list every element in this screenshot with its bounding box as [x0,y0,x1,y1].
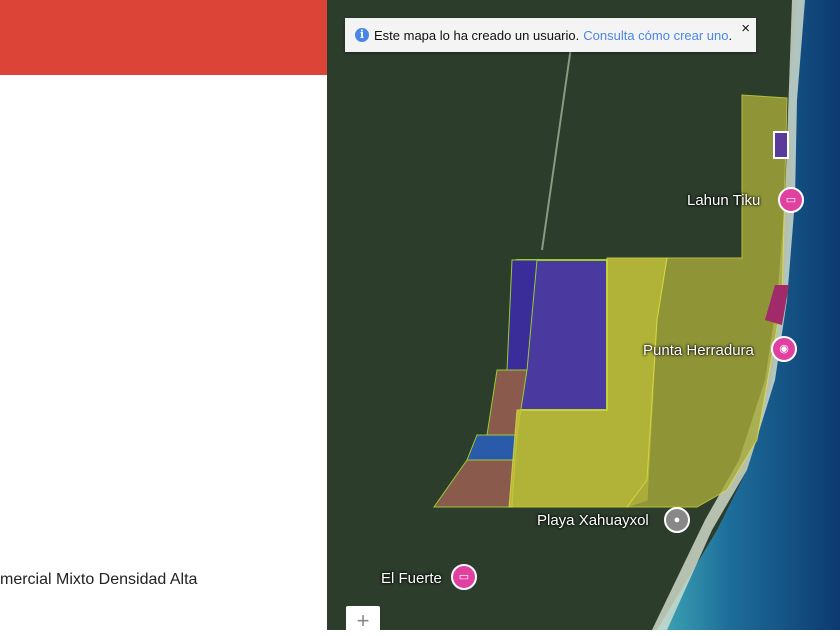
notice-suffix: . [728,27,733,43]
user-map-notice: i Este mapa lo ha creado un usuario. Con… [345,18,756,52]
map-canvas[interactable]: Lahun Tiku ▭ Punta Herradura ◉ Playa Xah… [327,0,840,630]
notice-text: Este mapa lo ha creado un usuario. [374,27,580,43]
pin-icon[interactable]: ● [664,507,690,533]
zone-brown-2 [433,459,516,508]
info-icon: i [355,28,369,42]
zoom-in-button[interactable]: + [346,606,380,636]
zone-purple [773,131,789,159]
sidebar-panel: mercial Mixto Densidad Alta [0,0,327,630]
close-icon[interactable]: × [741,20,750,37]
hotel-icon[interactable]: ▭ [778,187,804,213]
hotel-icon[interactable]: ▭ [451,564,477,590]
place-label-playa-xahuayxol[interactable]: Playa Xahuayxol [537,512,649,529]
place-label-el-fuerte[interactable]: El Fuerte [381,570,442,587]
create-map-link[interactable]: Consulta cómo crear uno [583,28,728,43]
map-imagery [433,0,840,630]
zone-blue-2 [466,434,518,461]
sidebar-header [0,0,327,75]
camera-icon[interactable]: ◉ [771,336,797,362]
road [541,39,573,251]
layer-description: mercial Mixto Densidad Alta [0,571,198,588]
place-label-punta-herradura[interactable]: Punta Herradura [643,342,754,359]
place-label-lahun-tiku[interactable]: Lahun Tiku [687,192,760,209]
